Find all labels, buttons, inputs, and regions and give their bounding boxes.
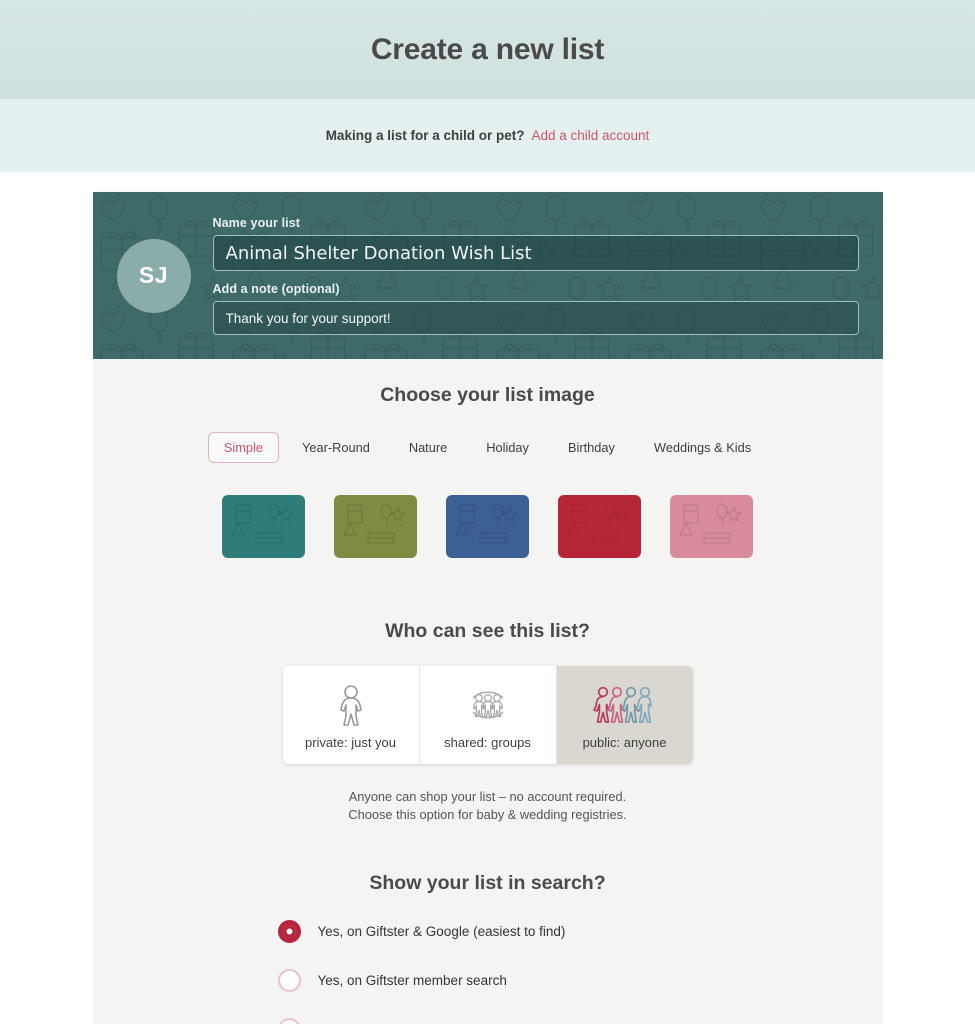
swatch-pattern-icon xyxy=(343,503,407,544)
privacy-description: Anyone can shop your list – no account r… xyxy=(93,788,883,824)
name-your-list-label: Name your list xyxy=(212,216,301,230)
privacy-label-shared: shared: groups xyxy=(444,735,531,750)
privacy-description-line-1: Anyone can shop your list – no account r… xyxy=(348,789,627,804)
list-hero: SJ Name your list Add a note (optional) xyxy=(92,192,883,359)
swatch-pattern-icon xyxy=(455,503,519,544)
four-people-holding-hands-icon xyxy=(561,682,689,728)
create-list-card: SJ Name your list Add a note (optional) … xyxy=(92,192,883,1024)
child-account-question: Making a list for a child or pet? xyxy=(325,128,525,143)
swatch-blue[interactable] xyxy=(446,495,529,558)
list-note-input[interactable] xyxy=(212,301,859,335)
search-visibility-options: Yes, on Giftster & Google (easiest to fi… xyxy=(277,920,698,1024)
page-title: Create a new list xyxy=(370,32,605,66)
radio-label-member-search: Yes, on Giftster member search xyxy=(317,973,507,988)
radio-row-member-search[interactable]: Yes, on Giftster member search xyxy=(277,969,698,992)
privacy-options: private: just you shared: groups public:… xyxy=(282,666,693,764)
swatch-red[interactable] xyxy=(558,495,641,558)
tab-holiday[interactable]: Holiday xyxy=(470,432,545,463)
swatch-pink[interactable] xyxy=(670,495,753,558)
swatch-pattern-icon xyxy=(679,503,743,544)
swatch-pattern-icon xyxy=(231,503,295,544)
add-a-note-label: Add a note (optional) xyxy=(212,282,340,296)
tab-birthday[interactable]: Birthday xyxy=(552,432,631,463)
choose-image-section: Choose your list image Simple Year-Round… xyxy=(93,359,883,558)
privacy-label-private: private: just you xyxy=(304,735,397,750)
choose-image-title: Choose your list image xyxy=(380,384,595,406)
child-account-banner: Making a list for a child or pet? Add a … xyxy=(0,99,975,172)
group-in-circle-icon xyxy=(424,682,552,728)
note-wrapper: Add a note (optional) xyxy=(212,282,859,335)
radio-button-link-only[interactable] xyxy=(277,1018,301,1024)
privacy-title: Who can see this list? xyxy=(385,620,590,642)
search-visibility-section: Show your list in search? Yes, on Giftst… xyxy=(93,872,883,1024)
swatch-olive[interactable] xyxy=(334,495,417,558)
add-child-account-link[interactable]: Add a child account xyxy=(531,128,649,143)
radio-row-giftster-google[interactable]: Yes, on Giftster & Google (easiest to fi… xyxy=(277,920,698,943)
avatar: SJ xyxy=(116,238,191,313)
privacy-description-line-2: Choose this option for baby & wedding re… xyxy=(348,807,627,822)
swatch-pattern-icon xyxy=(567,503,631,544)
privacy-option-private[interactable]: private: just you xyxy=(282,666,420,764)
radio-row-link-only[interactable]: No, only to those I share the list link … xyxy=(277,1018,698,1024)
tab-weddings-kids[interactable]: Weddings & Kids xyxy=(638,432,767,463)
search-visibility-title: Show your list in search? xyxy=(369,872,606,894)
tab-simple[interactable]: Simple xyxy=(207,432,279,463)
image-category-tabs: Simple Year-Round Nature Holiday Birthda… xyxy=(93,432,883,463)
radio-button-member-search[interactable] xyxy=(277,969,301,992)
hero-fields: Name your list Add a note (optional) xyxy=(212,216,859,335)
image-swatch-row xyxy=(93,495,883,558)
privacy-option-shared[interactable]: shared: groups xyxy=(419,666,557,764)
tab-nature[interactable]: Nature xyxy=(393,432,463,463)
tab-year-round[interactable]: Year-Round xyxy=(286,432,386,463)
list-name-input[interactable] xyxy=(212,235,859,271)
radio-label-giftster-google: Yes, on Giftster & Google (easiest to fi… xyxy=(317,924,566,939)
privacy-section: Who can see this list? private: just you xyxy=(93,620,883,824)
single-person-icon xyxy=(287,682,415,728)
swatch-teal[interactable] xyxy=(222,495,305,558)
radio-button-giftster-google[interactable] xyxy=(277,920,301,943)
privacy-label-public: public: anyone xyxy=(582,735,667,750)
privacy-option-public[interactable]: public: anyone xyxy=(556,666,693,764)
page-stage: SJ Name your list Add a note (optional) … xyxy=(0,172,975,1024)
page-header: Create a new list xyxy=(0,0,975,99)
